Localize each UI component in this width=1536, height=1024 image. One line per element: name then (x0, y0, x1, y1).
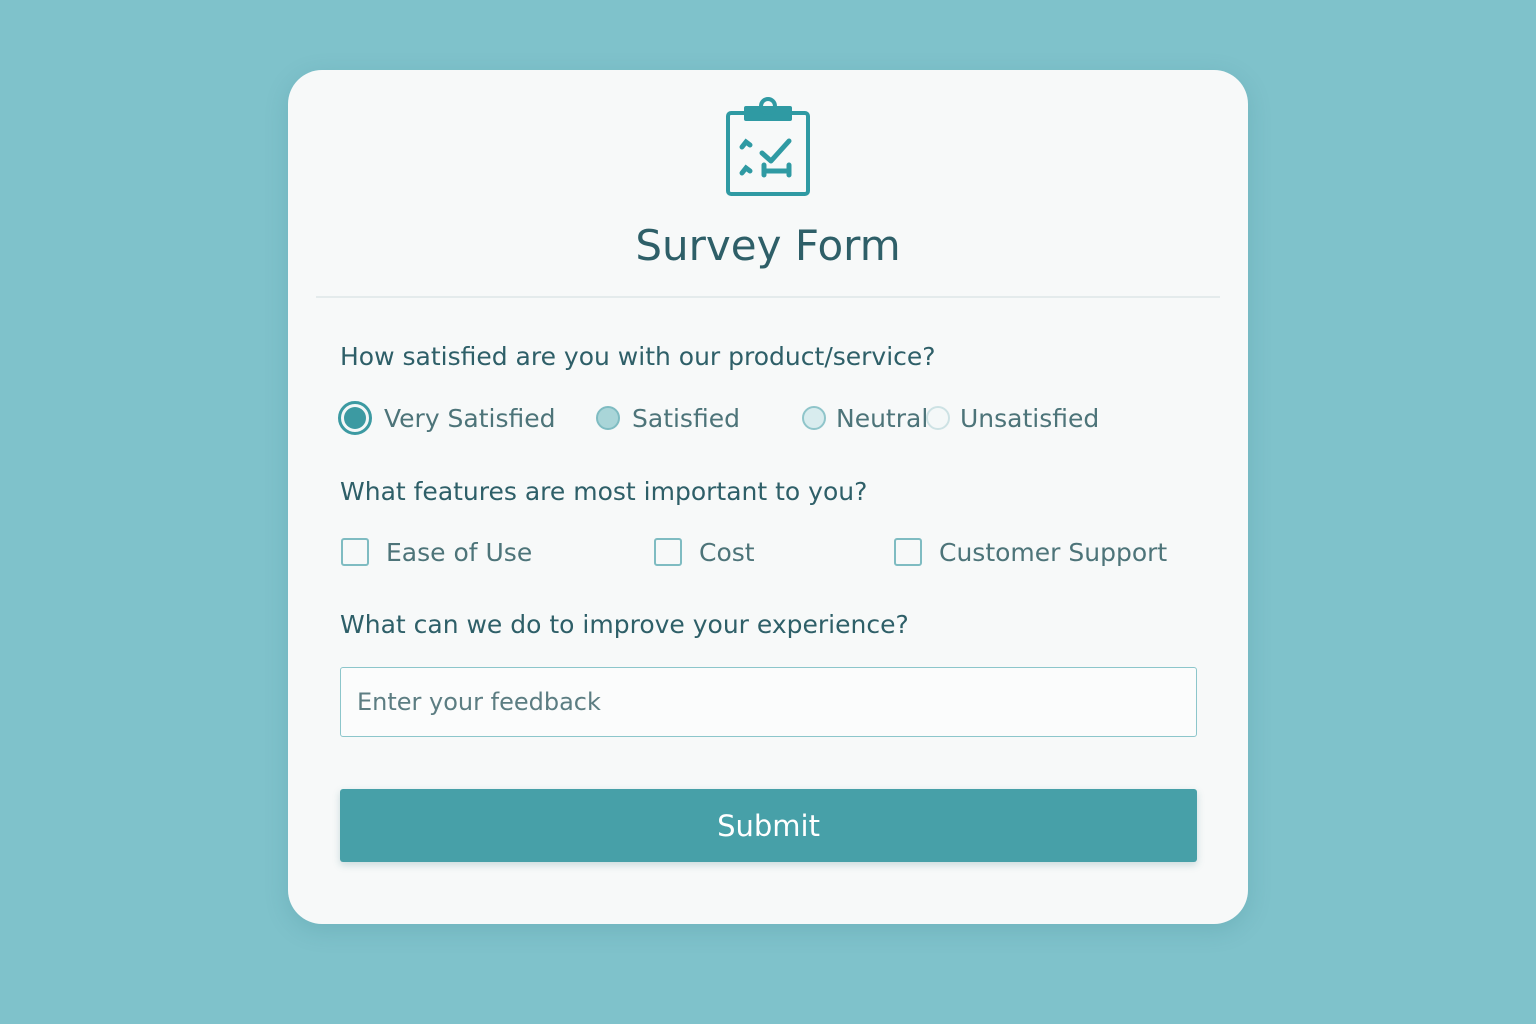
radio-unsatisfied[interactable]: Unsatisfied (926, 398, 1099, 438)
checkbox-customer-support[interactable]: Customer Support (894, 532, 1167, 572)
radio-selected-icon[interactable] (338, 401, 372, 435)
feedback-question: What can we do to improve your experienc… (340, 610, 909, 639)
checkbox-label: Cost (699, 537, 755, 567)
checkbox-ease-of-use[interactable]: Ease of Use (341, 532, 532, 572)
checkbox-icon[interactable] (341, 538, 369, 566)
radio-neutral[interactable]: Neutral (802, 398, 928, 438)
radio-label: Satisfied (632, 403, 740, 433)
checkbox-icon[interactable] (894, 538, 922, 566)
radio-satisfied[interactable]: Satisfied (596, 398, 740, 438)
radio-icon[interactable] (926, 406, 950, 430)
divider (316, 296, 1220, 298)
checkbox-label: Customer Support (939, 537, 1168, 567)
features-question: What features are most important to you? (340, 477, 868, 506)
radio-icon[interactable] (596, 406, 620, 430)
feedback-input[interactable] (340, 667, 1197, 737)
submit-button[interactable]: Submit (340, 789, 1197, 862)
checkbox-icon[interactable] (654, 538, 682, 566)
page-title: Survey Form (635, 221, 901, 270)
radio-label: Very Satisfied (384, 403, 556, 433)
checkbox-cost[interactable]: Cost (654, 532, 755, 572)
radio-very-satisfied[interactable]: Very Satisfied (338, 398, 556, 438)
radio-icon[interactable] (802, 406, 826, 430)
satisfaction-question: How satisfied are you with our product/s… (340, 342, 936, 371)
checkbox-label: Ease of Use (386, 537, 533, 567)
radio-label: Unsatisfied (960, 403, 1100, 433)
clipboard-checklist-icon (726, 97, 810, 196)
radio-label: Neutral (836, 403, 929, 433)
